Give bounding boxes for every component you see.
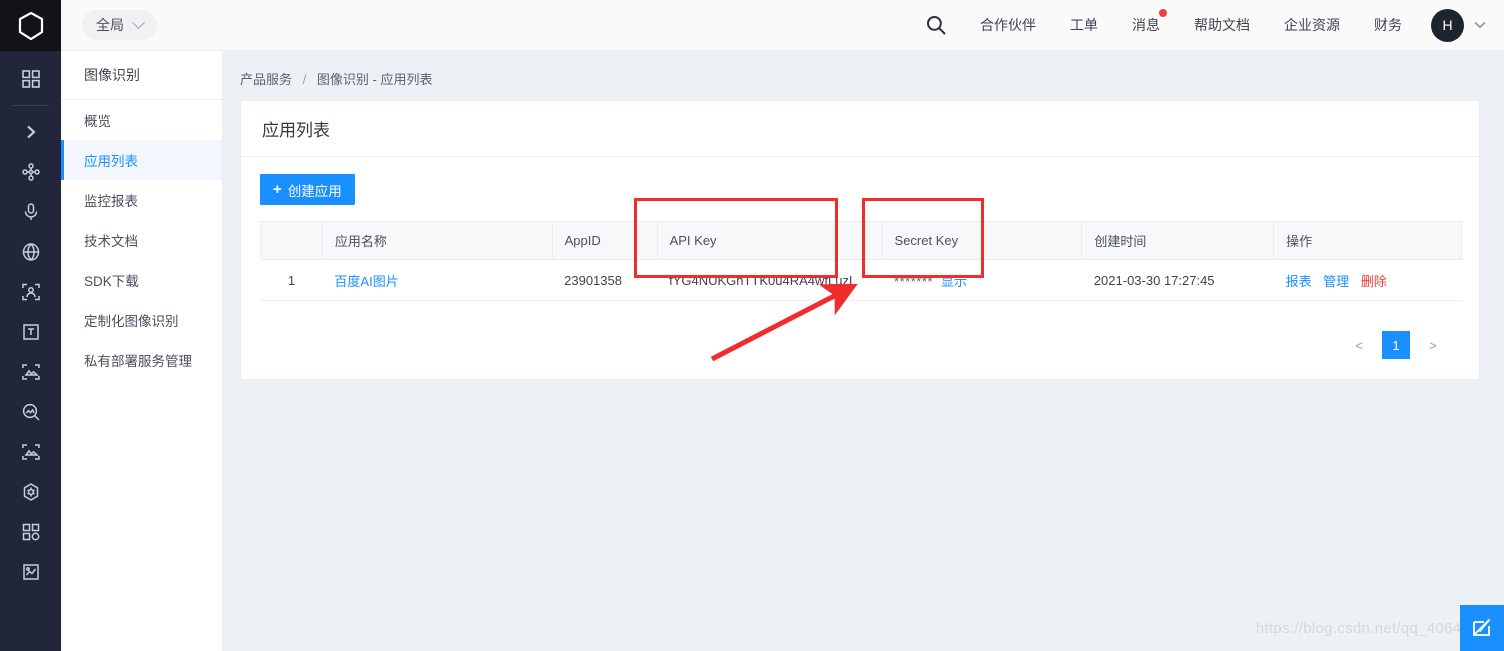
sidebar-title: 图像识别 [61, 51, 222, 100]
sidebar-item-sdk-download[interactable]: SDK下载 [61, 260, 222, 300]
sidebar-item-app-list[interactable]: 应用列表 [61, 140, 222, 180]
avatar-initial: H [1442, 17, 1453, 33]
row-api-key: fYG4NUKGhTTK0u4RA4wfLuzL [657, 259, 883, 301]
app-list-table: 应用名称 AppID API Key Secret Key 创建时间 操作 1 … [260, 221, 1462, 301]
chevron-right-icon[interactable] [0, 112, 61, 152]
row-index: 1 [260, 259, 323, 301]
chevron-down-icon [132, 15, 145, 29]
icon-rail [0, 0, 61, 651]
text-box-icon[interactable] [0, 312, 61, 352]
image-recognition-icon[interactable] [0, 352, 61, 392]
avatar[interactable]: H [1431, 8, 1464, 42]
scope-selector-label: 全局 [96, 17, 124, 33]
search-icon[interactable] [917, 14, 963, 36]
table-col-app-name: 应用名称 [322, 221, 553, 260]
cube-logo-icon[interactable] [0, 0, 61, 51]
cube-gear-icon[interactable] [0, 472, 61, 512]
row-operations: 报表 管理 删除 [1273, 259, 1462, 301]
create-app-button[interactable]: + 创建应用 [260, 174, 355, 205]
table-col-created-time: 创建时间 [1081, 221, 1275, 260]
show-secret-key-link[interactable]: 显示 [941, 274, 967, 289]
breadcrumb-separator: / [302, 72, 307, 87]
sidebar-item-private-deployment-label: 私有部署服务管理 [84, 354, 192, 369]
account-menu-chevron-down-icon[interactable] [1474, 16, 1486, 34]
face-scan-icon[interactable] [0, 272, 61, 312]
nav-link-tickets-label: 工单 [1070, 17, 1098, 33]
row-appid: 23901358 [552, 259, 658, 301]
rail-divider [12, 105, 49, 106]
app-list-card: 应用列表 + 创建应用 应用名称 AppID API Key Secret Ke… [240, 100, 1480, 380]
nav-link-enterprise-resources-label: 企业资源 [1284, 17, 1340, 33]
grid-apps-icon[interactable] [0, 59, 61, 99]
sidebar-item-sdk-download-label: SDK下载 [84, 274, 139, 289]
pagination: < 1 > [260, 331, 1460, 359]
microphone-icon[interactable] [0, 192, 61, 232]
row-op-report-link[interactable]: 报表 [1286, 274, 1312, 289]
watermark: https://blog.csdn.net/qq_40649 [1255, 620, 1470, 637]
top-nav-actions: 合作伙伴 工单 消息 帮助文档 企业资源 财务 H [917, 8, 1504, 42]
nav-link-help-docs[interactable]: 帮助文档 [1177, 15, 1267, 35]
globe-icon[interactable] [0, 232, 61, 272]
table-header-row: 应用名称 AppID API Key Secret Key 创建时间 操作 [260, 221, 1462, 260]
sidebar-item-overview[interactable]: 概览 [61, 100, 222, 140]
table-col-api-key: API Key [657, 221, 883, 260]
nav-link-help-docs-label: 帮助文档 [1194, 17, 1250, 33]
row-app-name-link[interactable]: 百度AI图片 [334, 274, 398, 289]
pagination-prev-button[interactable]: < [1346, 332, 1372, 358]
create-app-button-label: 创建应用 [287, 183, 342, 199]
table-body: 1 百度AI图片 23901358 fYG4NUKGhTTK0u4RA4wfLu… [260, 259, 1462, 301]
row-created-time: 2021-03-30 17:27:45 [1081, 259, 1274, 301]
nav-link-partners[interactable]: 合作伙伴 [963, 15, 1053, 35]
nav-link-finance-label: 财务 [1374, 17, 1402, 33]
nav-link-messages-label: 消息 [1132, 17, 1160, 33]
sidebar-item-custom-image-recognition[interactable]: 定制化图像识别 [61, 300, 222, 340]
row-secret-key-mask: ******* [894, 273, 933, 289]
chart-image-icon[interactable] [0, 552, 61, 592]
sidebar-item-monitor-reports-label: 监控报表 [84, 194, 138, 209]
edit-square-icon[interactable] [1460, 605, 1504, 651]
nav-link-enterprise-resources[interactable]: 企业资源 [1267, 15, 1357, 35]
row-op-delete-link[interactable]: 删除 [1361, 274, 1387, 289]
nodes-network-icon[interactable] [0, 152, 61, 192]
pagination-next-button[interactable]: > [1420, 332, 1446, 358]
sidebar-item-tech-docs-label: 技术文档 [84, 234, 138, 249]
breadcrumb-root[interactable]: 产品服务 [240, 72, 292, 87]
image-search-icon[interactable] [0, 392, 61, 432]
sidebar-item-custom-image-recognition-label: 定制化图像识别 [84, 314, 179, 329]
scope-selector[interactable]: 全局 [82, 10, 157, 40]
messages-unread-badge [1159, 9, 1167, 17]
sidebar-item-private-deployment[interactable]: 私有部署服务管理 [61, 340, 222, 380]
nav-link-messages[interactable]: 消息 [1115, 9, 1177, 35]
table-col-secret-key: Secret Key [882, 221, 1083, 260]
card-body: + 创建应用 应用名称 AppID API Key Secret Key 创建时… [241, 157, 1479, 379]
sidebar-item-tech-docs[interactable]: 技术文档 [61, 220, 222, 260]
breadcrumb-current: 图像识别 - 应用列表 [316, 72, 433, 87]
image-recognition-2-icon[interactable] [0, 432, 61, 472]
breadcrumb: 产品服务 / 图像识别 - 应用列表 [240, 63, 1490, 100]
app-root: 全局 合作伙伴 工单 消息 帮助文档 企业资源 财务 H 图像识别 概览 应用列… [0, 0, 1504, 651]
row-op-manage-link[interactable]: 管理 [1323, 274, 1349, 289]
modules-icon[interactable] [0, 512, 61, 552]
secondary-sidebar: 图像识别 概览 应用列表 监控报表 技术文档 SDK下载 定制化图像识别 私有部… [61, 51, 223, 651]
main-content: 产品服务 / 图像识别 - 应用列表 应用列表 + 创建应用 应用名称 AppI… [223, 51, 1504, 651]
pagination-page-1[interactable]: 1 [1382, 331, 1410, 359]
nav-link-tickets[interactable]: 工单 [1053, 15, 1115, 35]
table-col-index [260, 221, 323, 260]
sidebar-item-monitor-reports[interactable]: 监控报表 [61, 180, 222, 220]
page-title: 应用列表 [241, 101, 1479, 157]
top-navigation-bar: 全局 合作伙伴 工单 消息 帮助文档 企业资源 财务 H [61, 0, 1504, 51]
table-header: 应用名称 AppID API Key Secret Key 创建时间 操作 [260, 221, 1462, 260]
sidebar-item-app-list-label: 应用列表 [84, 154, 138, 169]
nav-link-finance[interactable]: 财务 [1357, 15, 1419, 35]
plus-icon: + [273, 181, 282, 198]
table-row: 1 百度AI图片 23901358 fYG4NUKGhTTK0u4RA4wfLu… [260, 259, 1462, 301]
nav-link-partners-label: 合作伙伴 [980, 17, 1036, 33]
sidebar-item-overview-label: 概览 [84, 114, 111, 129]
table-col-operations: 操作 [1273, 221, 1462, 260]
table-col-appid: AppID [552, 221, 658, 260]
row-secret-key-cell: ******* 显示 [882, 259, 1082, 301]
rail-icon-list [0, 51, 61, 592]
